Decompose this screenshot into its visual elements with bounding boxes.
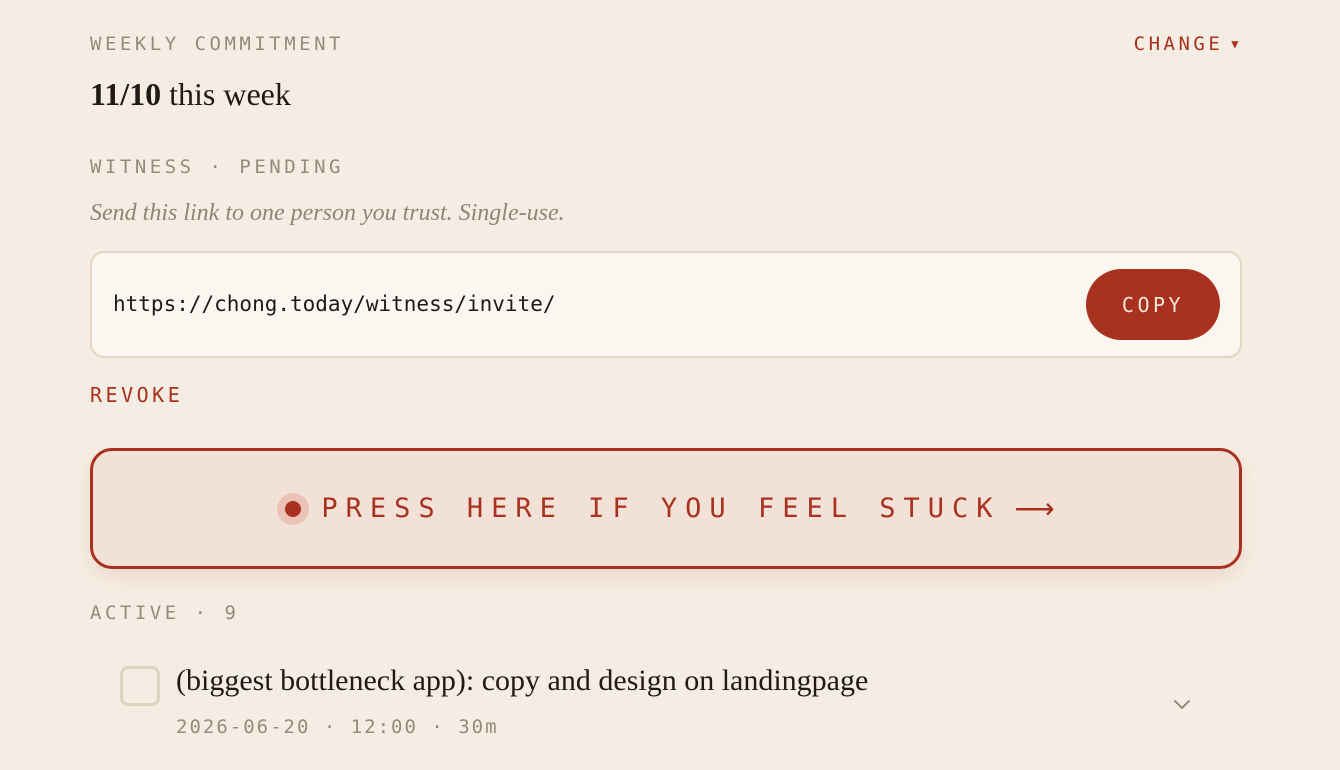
pulse-dot-icon [277, 492, 310, 525]
caret-down-icon: ▼ [1231, 37, 1242, 51]
weekly-commitment-value: 11/10 this week [90, 76, 291, 113]
feel-stuck-button[interactable]: PRESS HERE IF YOU FEEL STUCK ⟶ [90, 448, 1242, 569]
revoke-link-button[interactable]: REVOKE [90, 383, 183, 407]
commitment-count: 11/10 [90, 76, 162, 112]
task-meta: 2026-06-20 · 12:00 · 30m [176, 716, 499, 738]
change-commitment-button[interactable]: CHANGE ▼ [1134, 33, 1242, 55]
invite-link-box: https://chong.today/witness/invite/ COPY [90, 251, 1242, 358]
arrow-right-icon: ⟶ [1014, 493, 1055, 525]
page: WEEKLY COMMITMENT CHANGE ▼ 11/10 this wee… [0, 0, 1340, 770]
task-row: (biggest bottleneck app): copy and desig… [90, 650, 1242, 760]
witness-status-label: WITNESS · PENDING [90, 156, 344, 178]
witness-hint: Send this link to one person you trust. … [90, 200, 565, 226]
change-label: CHANGE [1133, 33, 1224, 55]
invite-link-url[interactable]: https://chong.today/witness/invite/ [113, 292, 556, 316]
weekly-commitment-label: WEEKLY COMMITMENT [90, 33, 344, 55]
chevron-down-icon[interactable] [1170, 692, 1194, 716]
active-tasks-label: ACTIVE · 9 [90, 602, 240, 624]
copy-link-button[interactable]: COPY [1086, 269, 1220, 340]
feel-stuck-label: PRESS HERE IF YOU FEEL STUCK [321, 493, 1001, 524]
task-title[interactable]: (biggest bottleneck app): copy and desig… [176, 664, 868, 698]
task-checkbox[interactable] [120, 666, 160, 706]
commitment-suffix: this week [161, 76, 291, 112]
